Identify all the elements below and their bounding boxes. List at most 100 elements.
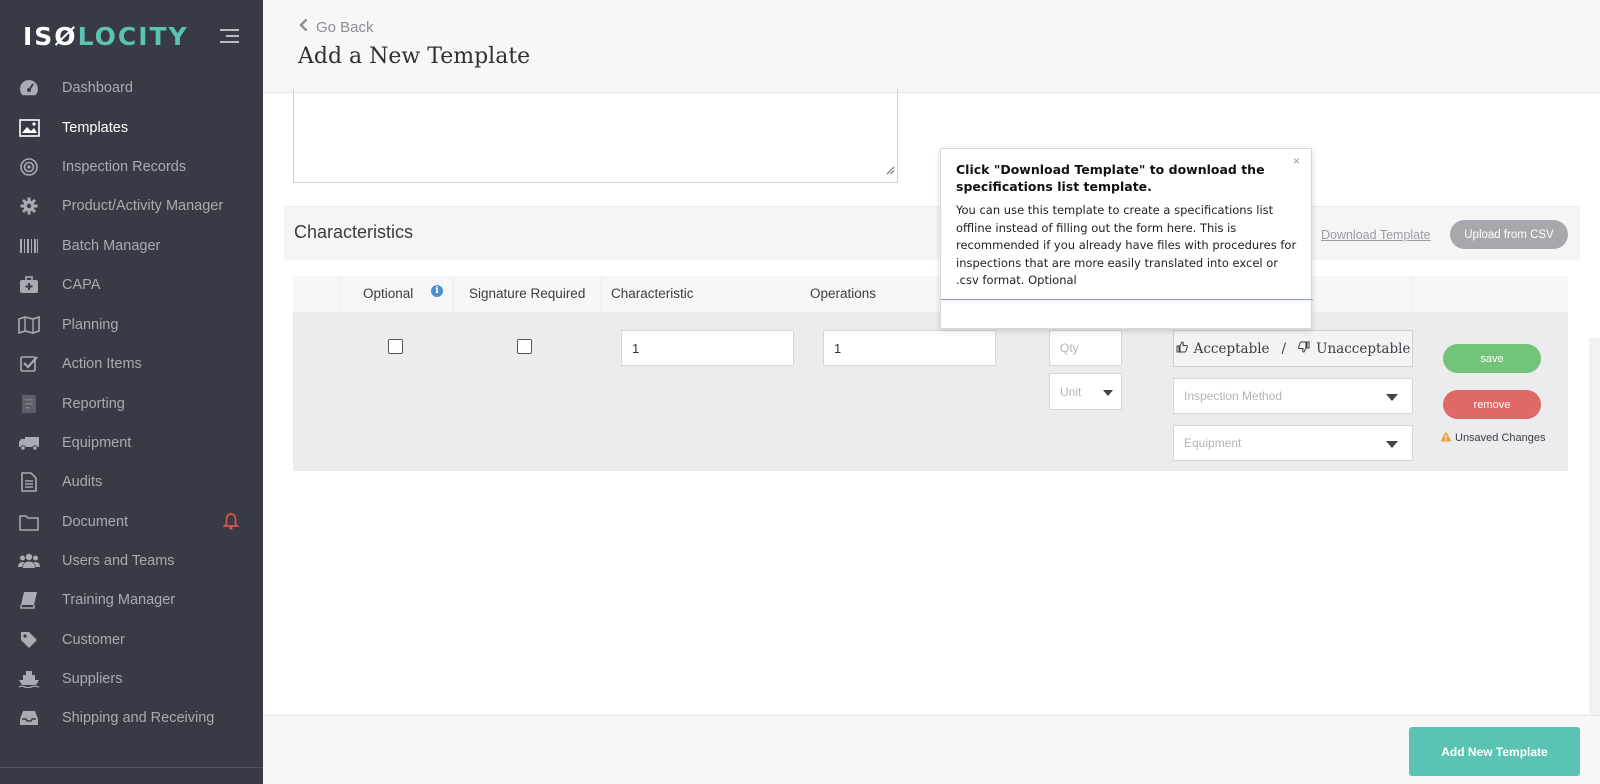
logo-text-right: LOCITY: [77, 22, 189, 51]
sidebar-item-label: Training Manager: [62, 592, 176, 608]
help-tooltip: × Click "Download Template" to download …: [940, 148, 1313, 329]
sidebar-item-customer[interactable]: Customer: [0, 622, 263, 658]
inspection-method-select[interactable]: Inspection Method: [1173, 378, 1413, 414]
caret-down-icon: [1386, 394, 1398, 401]
qty-input[interactable]: Qty: [1049, 330, 1122, 366]
column-divider: [1412, 276, 1413, 312]
sidebar-item-label: Shipping and Receiving: [62, 710, 215, 726]
caret-down-icon: [1386, 441, 1398, 448]
check-square-icon: [18, 353, 40, 375]
column-divider: [453, 276, 454, 312]
signature-required-checkbox[interactable]: [517, 339, 532, 354]
go-back-label: Go Back: [316, 18, 374, 36]
sidebar-item-label: Customer: [62, 632, 125, 648]
characteristics-table-header: Optional i Signature Required Characteri…: [293, 276, 1568, 312]
barcode-icon: [18, 235, 40, 257]
page-title: Add a New Template: [298, 44, 531, 69]
sidebar-item-label: Inspection Records: [62, 159, 187, 175]
menu-line: [226, 35, 239, 37]
app-logo[interactable]: ISØLOCITY: [23, 22, 189, 51]
tooltip-close-icon[interactable]: ×: [1293, 154, 1300, 168]
menu-toggle-icon[interactable]: [220, 29, 239, 47]
medkit-icon: [18, 274, 40, 296]
sidebar-item-equipment[interactable]: Equipment: [0, 425, 263, 461]
sidebar-item-document[interactable]: Document: [0, 504, 263, 540]
tooltip-divider: [941, 299, 1313, 300]
inspection-method-placeholder: Inspection Method: [1184, 389, 1283, 403]
sidebar-item-label: Action Items: [62, 356, 142, 372]
sidebar-item-label: Planning: [62, 317, 119, 333]
menu-line: [220, 29, 239, 31]
ship-icon: [18, 668, 40, 690]
unacceptable-label[interactable]: Unacceptable: [1316, 341, 1410, 357]
target-icon: [18, 156, 40, 178]
sidebar-item-label: Equipment: [62, 435, 132, 451]
characteristic-input[interactable]: 1: [621, 330, 794, 366]
save-button[interactable]: save: [1443, 344, 1541, 373]
sidebar-item-label: Batch Manager: [62, 238, 161, 254]
image-icon: [18, 117, 40, 139]
sidebar-item-training-manager[interactable]: Training Manager: [0, 582, 263, 618]
sidebar-item-label: Product/Activity Manager: [62, 198, 224, 214]
add-new-template-button[interactable]: Add New Template: [1409, 727, 1580, 776]
truck-icon: [18, 432, 40, 454]
resize-handle-icon[interactable]: [886, 162, 895, 180]
upload-from-csv-button[interactable]: Upload from CSV: [1450, 220, 1568, 249]
acceptable-toggle[interactable]: Acceptable / Unacceptable: [1173, 330, 1413, 367]
sidebar-item-dashboard[interactable]: Dashboard: [0, 70, 263, 106]
logo-text-left: ISØ: [23, 22, 78, 51]
sidebar-item-users-and-teams[interactable]: Users and Teams: [0, 543, 263, 579]
tag-icon: [18, 629, 40, 651]
characteristics-section-header: Characteristics Download Template Upload…: [284, 206, 1580, 260]
remove-button[interactable]: remove: [1443, 390, 1541, 419]
sidebar-item-shipping-and-receiving[interactable]: Shipping and Receiving: [0, 700, 263, 736]
document-icon: [18, 471, 40, 493]
main-content: Characteristics Download Template Upload…: [263, 89, 1600, 715]
report-icon: [18, 393, 40, 415]
download-template-link[interactable]: Download Template: [1321, 228, 1431, 242]
equipment-select[interactable]: Equipment: [1173, 425, 1413, 461]
acceptable-label[interactable]: Acceptable: [1194, 341, 1270, 357]
thumbs-down-icon: [1298, 341, 1310, 357]
inbox-icon: [18, 707, 40, 729]
page-header: Go Back Add a New Template: [263, 0, 1600, 93]
sidebar-item-action-items[interactable]: Action Items: [0, 346, 263, 382]
sidebar-item-product-activity-manager[interactable]: Product/Activity Manager: [0, 188, 263, 224]
info-icon[interactable]: i: [431, 285, 443, 297]
thumbs-up-icon: [1176, 340, 1188, 357]
column-divider: [340, 276, 341, 312]
tooltip-title: Click "Download Template" to download th…: [956, 162, 1265, 194]
sidebar-item-label: Templates: [62, 120, 129, 136]
sidebar-item-label: Reporting: [62, 396, 125, 412]
sidebar-item-batch-manager[interactable]: Batch Manager: [0, 228, 263, 264]
tooltip-body: You can use this template to create a sp…: [956, 203, 1297, 288]
unit-select[interactable]: Unit: [1049, 373, 1122, 410]
unsaved-changes-label: Unsaved Changes: [1455, 432, 1546, 444]
qty-placeholder: Qty: [1060, 341, 1079, 355]
sidebar-item-label: Audits: [62, 474, 103, 490]
sidebar-item-planning[interactable]: Planning: [0, 307, 263, 343]
map-icon: [18, 314, 40, 336]
sidebar-item-inspection-records[interactable]: Inspection Records: [0, 149, 263, 185]
scrollbar-track[interactable]: [1589, 338, 1600, 718]
sidebar-item-label: Document: [62, 514, 129, 530]
go-back-link[interactable]: Go Back: [299, 18, 374, 36]
optional-checkbox[interactable]: [388, 339, 403, 354]
sidebar-item-label: Users and Teams: [62, 553, 175, 569]
unsaved-changes-indicator: Unsaved Changes: [1440, 431, 1546, 445]
sidebar-item-reporting[interactable]: Reporting: [0, 386, 263, 422]
gear-icon: [18, 195, 40, 217]
menu-line: [220, 41, 239, 43]
sidebar-item-audits[interactable]: Audits: [0, 464, 263, 500]
operations-input[interactable]: 1: [823, 330, 996, 366]
column-divider: [601, 276, 602, 312]
sidebar-item-label: Suppliers: [62, 671, 123, 687]
bell-icon[interactable]: [222, 512, 240, 535]
sidebar: ISØLOCITY Dashboard Templates Inspection…: [0, 0, 263, 784]
description-textarea[interactable]: [293, 89, 898, 183]
sidebar-item-capa[interactable]: CAPA: [0, 267, 263, 303]
column-header-signature-required: Signature Required: [469, 286, 586, 301]
sidebar-item-templates[interactable]: Templates: [0, 110, 263, 146]
sidebar-item-suppliers[interactable]: Suppliers: [0, 661, 263, 697]
sidebar-item-label: CAPA: [62, 277, 101, 293]
